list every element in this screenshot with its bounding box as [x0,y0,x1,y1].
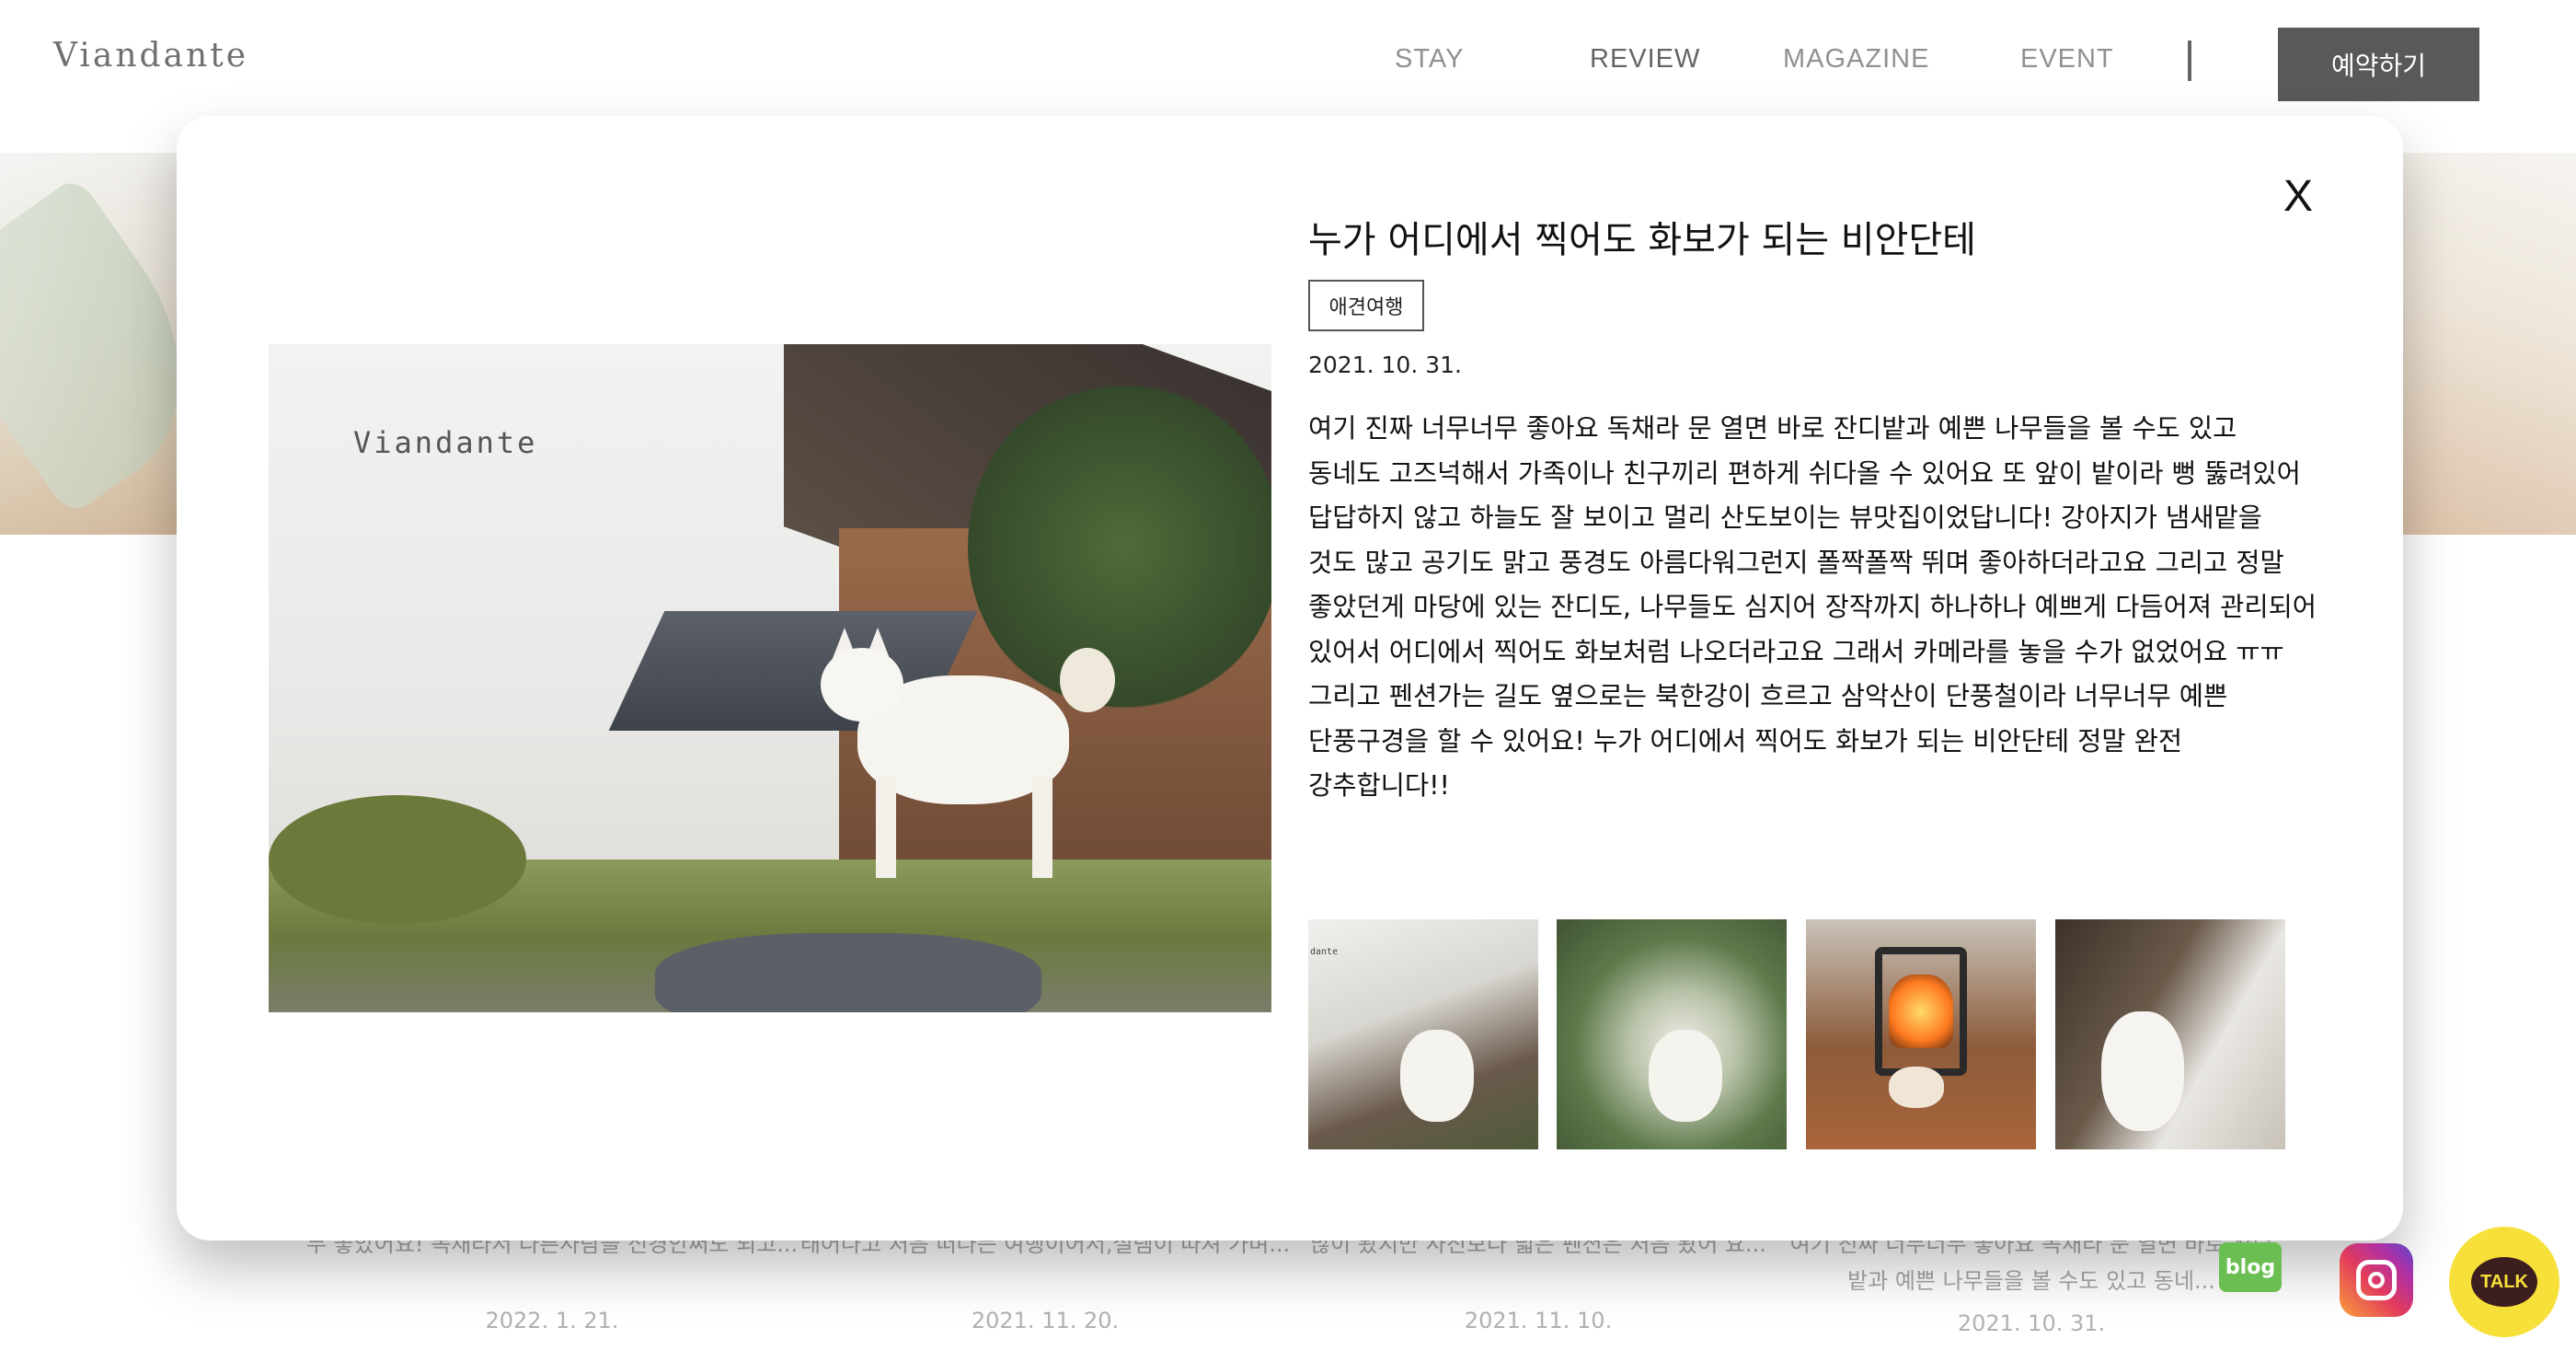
review-thumbnail-1[interactable]: dante [1308,919,1538,1149]
thumbnail-watermark: dante [1310,947,1339,957]
review-date: 2021. 10. 31. [1308,352,1462,378]
review-title: 누가 어디에서 찍어도 화보가 되는 비안단테 [1308,219,1976,261]
review-modal: X Viandante 누가 어디에서 찍어도 화보가 되는 비안단테 애견여행… [177,116,2403,1241]
kakao-talk-label: TALK [2471,1257,2537,1307]
review-thumbnail-4[interactable] [2055,919,2285,1149]
review-main-photo: Viandante [269,344,1271,1012]
review-thumbnail-2[interactable] [1557,919,1787,1149]
photo-watermark: Viandante [353,425,538,460]
close-icon[interactable]: X [2283,171,2313,222]
review-body: 여기 진짜 너무너무 좋아요 독채라 문 열면 바로 잔디밭과 예쁜 나무들을 … [1308,413,2317,801]
review-thumbnail-3[interactable] [1806,919,2036,1149]
kakao-talk-icon[interactable]: TALK [2449,1227,2559,1337]
review-tag: 애견여행 [1308,280,1424,331]
blog-icon[interactable]: blog [2219,1242,2282,1292]
instagram-icon[interactable] [2340,1243,2413,1317]
